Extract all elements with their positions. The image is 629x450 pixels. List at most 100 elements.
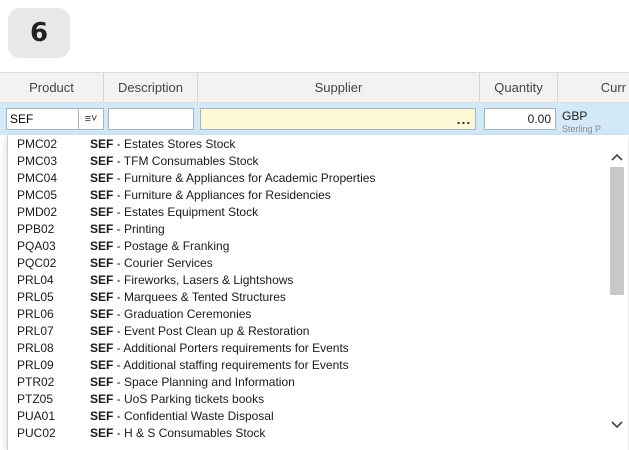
suggestion-match-prefix: SEF — [90, 392, 114, 406]
currency-code: GBP — [562, 109, 588, 123]
suggestion-item[interactable]: PUA01 SEF - Confidential Waste Disposal — [8, 408, 606, 425]
column-header-product[interactable]: Product — [0, 73, 104, 102]
suggestion-description: SEF - Furniture & Appliances for Academi… — [90, 170, 375, 187]
suggestion-match-prefix: SEF — [90, 154, 114, 168]
suggestion-match-prefix: SEF — [90, 239, 114, 253]
suggestion-code: PMC05 — [17, 188, 58, 202]
scroll-thumb[interactable] — [610, 167, 624, 295]
suggestion-text: - Space Planning and Information — [113, 375, 295, 389]
suggestion-code: PRL09 — [17, 358, 54, 372]
column-header-currency[interactable]: Curr — [558, 73, 629, 102]
suggestion-text: - Confidential Waste Disposal — [113, 409, 274, 423]
suggestion-text: - Postage & Franking — [113, 239, 230, 253]
product-filter-input[interactable] — [6, 108, 78, 130]
supplier-lookup-button[interactable]: ... — [450, 108, 478, 130]
suggestion-code: PUC02 — [17, 426, 56, 440]
scroll-down-icon[interactable] — [606, 415, 628, 435]
suggestion-description: SEF - Event Post Clean up & Restoration — [90, 323, 309, 340]
suggestion-match-prefix: SEF — [90, 205, 114, 219]
suggestion-match-prefix: SEF — [90, 426, 114, 440]
suggestion-item[interactable]: PPB02 SEF - Printing — [8, 221, 606, 238]
suggestion-code: PTR02 — [17, 375, 55, 389]
suggestion-match-prefix: SEF — [90, 171, 114, 185]
suggestion-text: - Printing — [113, 222, 165, 236]
suggestion-match-prefix: SEF — [90, 324, 114, 338]
suggestion-item[interactable]: PRL09 SEF - Additional staffing requireme… — [8, 357, 606, 374]
dropdown-scrollbar[interactable] — [606, 135, 628, 450]
suggestion-match-prefix: SEF — [90, 137, 114, 151]
suggestion-text: - Estates Stores Stock — [113, 137, 236, 151]
suggestion-code: PRL04 — [17, 273, 54, 287]
suggestion-text: - TFM Consumables Stock — [113, 154, 259, 168]
suggestion-description: SEF - Postage & Franking — [90, 238, 229, 255]
suggestion-text: - UoS Parking tickets books — [113, 392, 265, 406]
suggestion-item[interactable]: PRL05 SEF - Marquees & Tented Structures — [8, 289, 606, 306]
suggestion-description: SEF - Courier Services — [90, 255, 213, 272]
filter-row: ≡˅ ... 0.00 GBP Sterling P — [0, 103, 629, 135]
suggestion-code: PMC03 — [17, 154, 58, 168]
suggestion-text: - Fireworks, Lasers & Lightshows — [113, 273, 294, 287]
suggestion-code: PTZ05 — [17, 392, 54, 406]
suggestion-text: - Courier Services — [113, 256, 213, 270]
supplier-filter-input[interactable] — [200, 108, 476, 130]
suggestion-code: PQA03 — [17, 239, 56, 253]
suggestion-item[interactable]: PTZ05 SEF - UoS Parking tickets books — [8, 391, 606, 408]
suggestion-text: - Event Post Clean up & Restoration — [113, 324, 310, 338]
description-filter-input[interactable] — [108, 108, 194, 130]
suggestion-match-prefix: SEF — [90, 358, 114, 372]
suggestion-text: - Furniture & Appliances for Residencies — [113, 188, 331, 202]
suggestion-item[interactable]: PTR02 SEF - Space Planning and Informatio… — [8, 374, 606, 391]
suggestion-match-prefix: SEF — [90, 222, 114, 236]
suggestion-description: SEF - UoS Parking tickets books — [90, 391, 264, 408]
suggestion-text: - Graduation Ceremonies — [113, 307, 252, 321]
suggestion-code: PRL05 — [17, 290, 54, 304]
suggestion-code: PMC04 — [17, 171, 58, 185]
quantity-field[interactable]: 0.00 — [484, 108, 556, 130]
suggestion-match-prefix: SEF — [90, 375, 114, 389]
suggestion-code: PMC02 — [17, 137, 58, 151]
suggestion-match-prefix: SEF — [90, 273, 114, 287]
suggestion-item[interactable]: PUC02 SEF - H & S Consumables Stock — [8, 425, 606, 442]
suggestion-description: SEF - Estates Equipment Stock — [90, 204, 258, 221]
suggestion-item[interactable]: PQC02 SEF - Courier Services — [8, 255, 606, 272]
suggestion-item[interactable]: PMC03 SEF - TFM Consumables Stock — [8, 153, 606, 170]
suggestion-text: - Marquees & Tented Structures — [113, 290, 286, 304]
suggestion-match-prefix: SEF — [90, 409, 114, 423]
suggestion-match-prefix: SEF — [90, 188, 114, 202]
suggestion-description: SEF - Confidential Waste Disposal — [90, 408, 274, 425]
currency-name: Sterling P — [562, 124, 602, 134]
suggestion-list: PMC02 SEF - Estates Stores Stock PMC03 SEF … — [8, 136, 606, 442]
suggestion-match-prefix: SEF — [90, 307, 114, 321]
suggestion-item[interactable]: PMC02 SEF - Estates Stores Stock — [8, 136, 606, 153]
suggestion-item[interactable]: PQA03 SEF - Postage & Franking — [8, 238, 606, 255]
suggestion-code: PRL08 — [17, 341, 54, 355]
suggestion-match-prefix: SEF — [90, 341, 114, 355]
suggestion-description: SEF - Space Planning and Information — [90, 374, 295, 391]
column-header-description[interactable]: Description — [104, 73, 198, 102]
suggestion-item[interactable]: PMC05 SEF - Furniture & Appliances for Re… — [8, 187, 606, 204]
suggestion-description: SEF - Additional staffing requirements f… — [90, 357, 349, 374]
suggestion-text: - Estates Equipment Stock — [113, 205, 259, 219]
step-number-badge: 6 — [8, 8, 70, 58]
suggestion-description: SEF - Estates Stores Stock — [90, 136, 235, 153]
column-header-supplier[interactable]: Supplier — [198, 73, 480, 102]
suggestion-item[interactable]: PMC04 SEF - Furniture & Appliances for Ac… — [8, 170, 606, 187]
filter-menu-icon[interactable]: ≡˅ — [78, 108, 104, 130]
scroll-up-icon[interactable] — [606, 147, 628, 167]
suggestion-description: SEF - H & S Consumables Stock — [90, 425, 265, 442]
suggestion-code: PRL06 — [17, 307, 54, 321]
suggestion-item[interactable]: PRL07 SEF - Event Post Clean up & Restora… — [8, 323, 606, 340]
suggestion-text: - Furniture & Appliances for Academic Pr… — [113, 171, 376, 185]
suggestion-item[interactable]: PRL04 SEF - Fireworks, Lasers & Lightshow… — [8, 272, 606, 289]
suggestion-match-prefix: SEF — [90, 290, 114, 304]
suggestion-description: SEF - Fireworks, Lasers & Lightshows — [90, 272, 293, 289]
product-suggestion-dropdown: PMC02 SEF - Estates Stores Stock PMC03 SEF … — [7, 135, 628, 450]
suggestion-code: PMD02 — [17, 205, 58, 219]
suggestion-code: PUA01 — [17, 409, 56, 423]
suggestion-description: SEF - Additional Porters requirements fo… — [90, 340, 349, 357]
suggestion-description: SEF - Marquees & Tented Structures — [90, 289, 286, 306]
column-header-quantity[interactable]: Quantity — [480, 73, 558, 102]
suggestion-item[interactable]: PRL08 SEF - Additional Porters requiremen… — [8, 340, 606, 357]
suggestion-item[interactable]: PMD02 SEF - Estates Equipment Stock — [8, 204, 606, 221]
suggestion-item[interactable]: PRL06 SEF - Graduation Ceremonies — [8, 306, 606, 323]
